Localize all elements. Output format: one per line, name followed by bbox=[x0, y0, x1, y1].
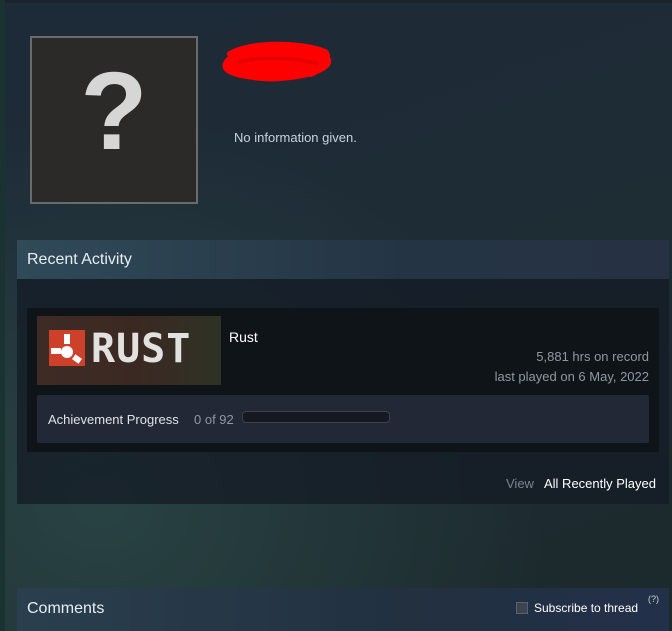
achievement-progress-label: Achievement Progress bbox=[48, 412, 179, 427]
subscribe-label[interactable]: Subscribe to thread bbox=[534, 601, 638, 615]
hours-on-record: 5,881 hrs on record bbox=[536, 349, 649, 364]
last-played-date: last played on 6 May, 2022 bbox=[494, 369, 649, 384]
top-border bbox=[0, 0, 672, 3]
achievement-count: 0 of 92 bbox=[194, 412, 234, 427]
subscribe-checkbox[interactable] bbox=[516, 602, 528, 614]
left-border bbox=[0, 0, 5, 631]
profile-summary: No information given. bbox=[234, 130, 357, 145]
question-mark-icon: ? bbox=[80, 50, 148, 173]
recent-activity-header: Recent Activity bbox=[17, 240, 669, 279]
rust-logo-icon bbox=[49, 330, 85, 366]
help-icon[interactable]: (?) bbox=[648, 594, 659, 604]
game-capsule-image[interactable]: RUST bbox=[37, 316, 221, 385]
achievement-progress-bar bbox=[242, 411, 390, 423]
rust-wordmark: RUST bbox=[91, 326, 192, 372]
all-recently-played-link[interactable]: All Recently Played bbox=[544, 476, 656, 491]
avatar[interactable]: ? bbox=[30, 36, 198, 204]
redaction-scribble bbox=[222, 41, 331, 82]
game-name-link[interactable]: Rust bbox=[229, 329, 258, 345]
view-prefix: View bbox=[506, 476, 534, 491]
